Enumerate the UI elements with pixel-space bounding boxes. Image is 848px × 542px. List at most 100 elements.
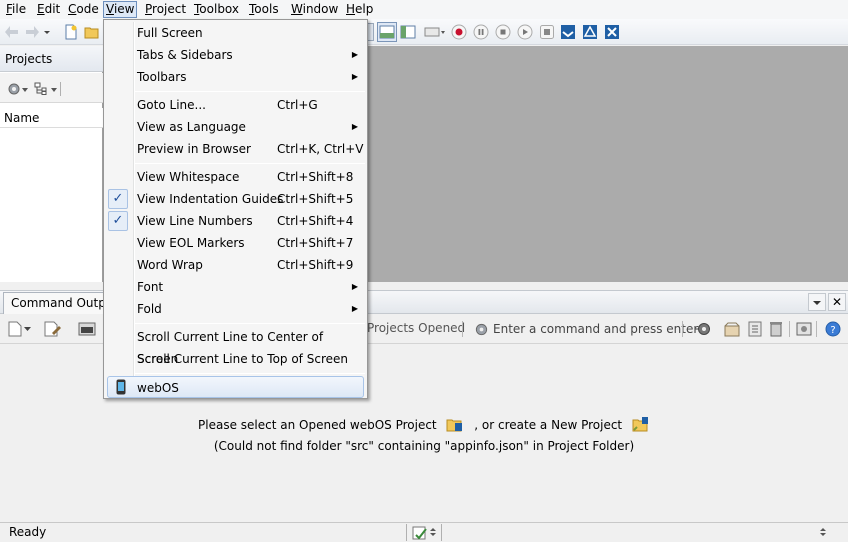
menu-item-label: View Whitespace	[137, 170, 240, 184]
svg-text:?: ?	[830, 325, 835, 336]
menu-item-view-line-numbers[interactable]: ✓ View Line Numbers Ctrl+Shift+4	[107, 210, 364, 232]
close-panel-button[interactable]: ✕	[828, 293, 846, 311]
install-icon[interactable]	[747, 321, 763, 337]
delete-icon[interactable]	[769, 321, 783, 337]
menu-item-scroll-top[interactable]: Scroll Current Line to Top of Screen	[107, 348, 364, 370]
menu-item-label: Word Wrap	[137, 258, 203, 272]
tab-command-output-label: Command Output	[11, 296, 108, 310]
menu-item-view-whitespace[interactable]: View Whitespace Ctrl+Shift+8	[107, 166, 364, 188]
menu-tools[interactable]: Tools	[247, 1, 281, 18]
palm-inbox-icon[interactable]	[560, 24, 576, 40]
tree-dropdown-icon[interactable]	[51, 87, 57, 93]
menu-view[interactable]: View	[103, 1, 138, 18]
save-macro-icon[interactable]	[539, 24, 555, 40]
stop-icon[interactable]	[495, 24, 511, 40]
palm-tools-icon[interactable]	[604, 24, 620, 40]
menu-item-view-as-language[interactable]: View as Language ▶	[107, 116, 364, 138]
menu-separator	[135, 373, 365, 374]
tab-list-dropdown[interactable]	[808, 293, 826, 311]
menu-item-word-wrap[interactable]: Word Wrap Ctrl+Shift+9	[107, 254, 364, 276]
menu-item-font[interactable]: Font ▶	[107, 276, 364, 298]
open-project-folder-icon[interactable]	[446, 416, 464, 432]
new-document-dropdown-icon[interactable]	[24, 326, 31, 332]
pause-icon[interactable]	[473, 24, 489, 40]
screen-icon[interactable]	[78, 321, 96, 337]
menu-item-label: Fold	[137, 302, 162, 316]
open-folder-icon[interactable]	[84, 24, 100, 40]
menu-bar: File Edit Code View Project Toolbox Tool…	[0, 0, 848, 19]
gear-icon	[475, 323, 488, 336]
menu-code[interactable]: Code	[66, 1, 101, 18]
menu-item-view-eol-markers[interactable]: View EOL Markers Ctrl+Shift+7	[107, 232, 364, 254]
menu-item-full-screen[interactable]: Full Screen	[107, 22, 364, 44]
projects-opened-label[interactable]: Projects Opened	[367, 321, 465, 335]
name-column-header[interactable]: Name	[0, 108, 103, 128]
layout-bottom-icon[interactable]	[377, 22, 397, 42]
menu-file[interactable]: File	[4, 1, 28, 18]
create-project-text: , or create a New Project	[474, 418, 623, 432]
menu-item-shortcut: Ctrl+K, Ctrl+V	[277, 142, 364, 156]
record-icon[interactable]	[451, 24, 467, 40]
back-arrow-icon[interactable]	[4, 24, 20, 40]
new-project-folder-icon[interactable]	[632, 416, 650, 432]
menu-item-preview-in-browser[interactable]: Preview in Browser Ctrl+K, Ctrl+V	[107, 138, 364, 160]
command-input[interactable]: Enter a command and press enter	[493, 322, 698, 336]
encoding-icon[interactable]	[412, 525, 430, 541]
menu-toolbox[interactable]: Toolbox	[192, 1, 241, 18]
toolbar-separator	[60, 82, 61, 96]
projects-pane-header: Projects	[0, 46, 103, 72]
panel-dropdown-icon[interactable]	[424, 24, 446, 40]
forward-arrow-icon[interactable]	[24, 24, 40, 40]
menu-item-label: Scroll Current Line to Top of Screen	[137, 352, 348, 366]
help-icon[interactable]: ?	[825, 321, 841, 337]
package-icon[interactable]	[724, 321, 740, 337]
menu-item-fold[interactable]: Fold ▶	[107, 298, 364, 320]
menu-item-tabs-sidebars[interactable]: Tabs & Sidebars ▶	[107, 44, 364, 66]
triangle-right-icon: ▶	[351, 72, 358, 81]
menu-separator	[135, 323, 365, 324]
menu-project[interactable]: Project	[143, 1, 188, 18]
menu-item-label: Preview in Browser	[137, 142, 251, 156]
toolbar-separator	[682, 321, 683, 337]
palm-emulator-icon[interactable]	[582, 24, 598, 40]
gear-dropdown-icon[interactable]	[22, 87, 28, 93]
menu-item-goto-line[interactable]: Goto Line... Ctrl+G	[107, 94, 364, 116]
menu-item-shortcut: Ctrl+Shift+7	[277, 236, 354, 250]
view-menu-dropdown: Full Screen Tabs & Sidebars ▶ Toolbars ▶ G…	[103, 19, 368, 399]
edit-document-icon[interactable]	[44, 321, 62, 337]
chevron-down-icon	[813, 301, 821, 305]
new-file-icon[interactable]	[63, 24, 79, 40]
menu-item-scroll-center[interactable]: Scroll Current Line to Center of Screen	[107, 326, 364, 366]
toolbar-separator	[816, 321, 817, 337]
menu-item-label: Tabs & Sidebars	[137, 48, 233, 62]
dropdown-arrow-icon[interactable]	[43, 24, 51, 40]
encoding-dropdown-icon[interactable]	[430, 527, 436, 537]
tab-command-output[interactable]: Command Output	[3, 292, 108, 314]
new-document-icon[interactable]	[8, 321, 22, 337]
log-icon[interactable]	[796, 321, 812, 337]
check-icon: ✓	[108, 189, 128, 209]
gear-icon[interactable]	[6, 81, 22, 97]
projects-pane: Projects Name	[0, 46, 103, 282]
status-separator	[441, 524, 442, 541]
menu-help[interactable]: Help	[344, 1, 375, 18]
check-icon: ✓	[108, 211, 128, 231]
menu-item-webos[interactable]: webOS	[107, 376, 364, 398]
toolbar-separator	[462, 321, 463, 337]
settings-gear-icon[interactable]	[694, 321, 712, 337]
tree-view-icon[interactable]	[33, 81, 49, 97]
status-spinner-icon[interactable]	[820, 527, 826, 537]
status-bar: Ready	[0, 522, 848, 542]
name-column-label: Name	[4, 111, 40, 125]
triangle-right-icon: ▶	[351, 50, 358, 59]
menu-item-toolbars[interactable]: Toolbars ▶	[107, 66, 364, 88]
menu-item-view-indentation-guides[interactable]: ✓ View Indentation Guides Ctrl+Shift+5	[107, 188, 364, 210]
menu-window[interactable]: Window	[289, 1, 340, 18]
menu-item-label: Full Screen	[137, 26, 203, 40]
menu-edit[interactable]: Edit	[35, 1, 62, 18]
menu-item-label: View Indentation Guides	[137, 192, 284, 206]
menu-separator	[135, 91, 365, 92]
play-icon[interactable]	[517, 24, 533, 40]
layout-left-icon[interactable]	[400, 24, 416, 40]
menu-item-shortcut: Ctrl+G	[277, 98, 318, 112]
